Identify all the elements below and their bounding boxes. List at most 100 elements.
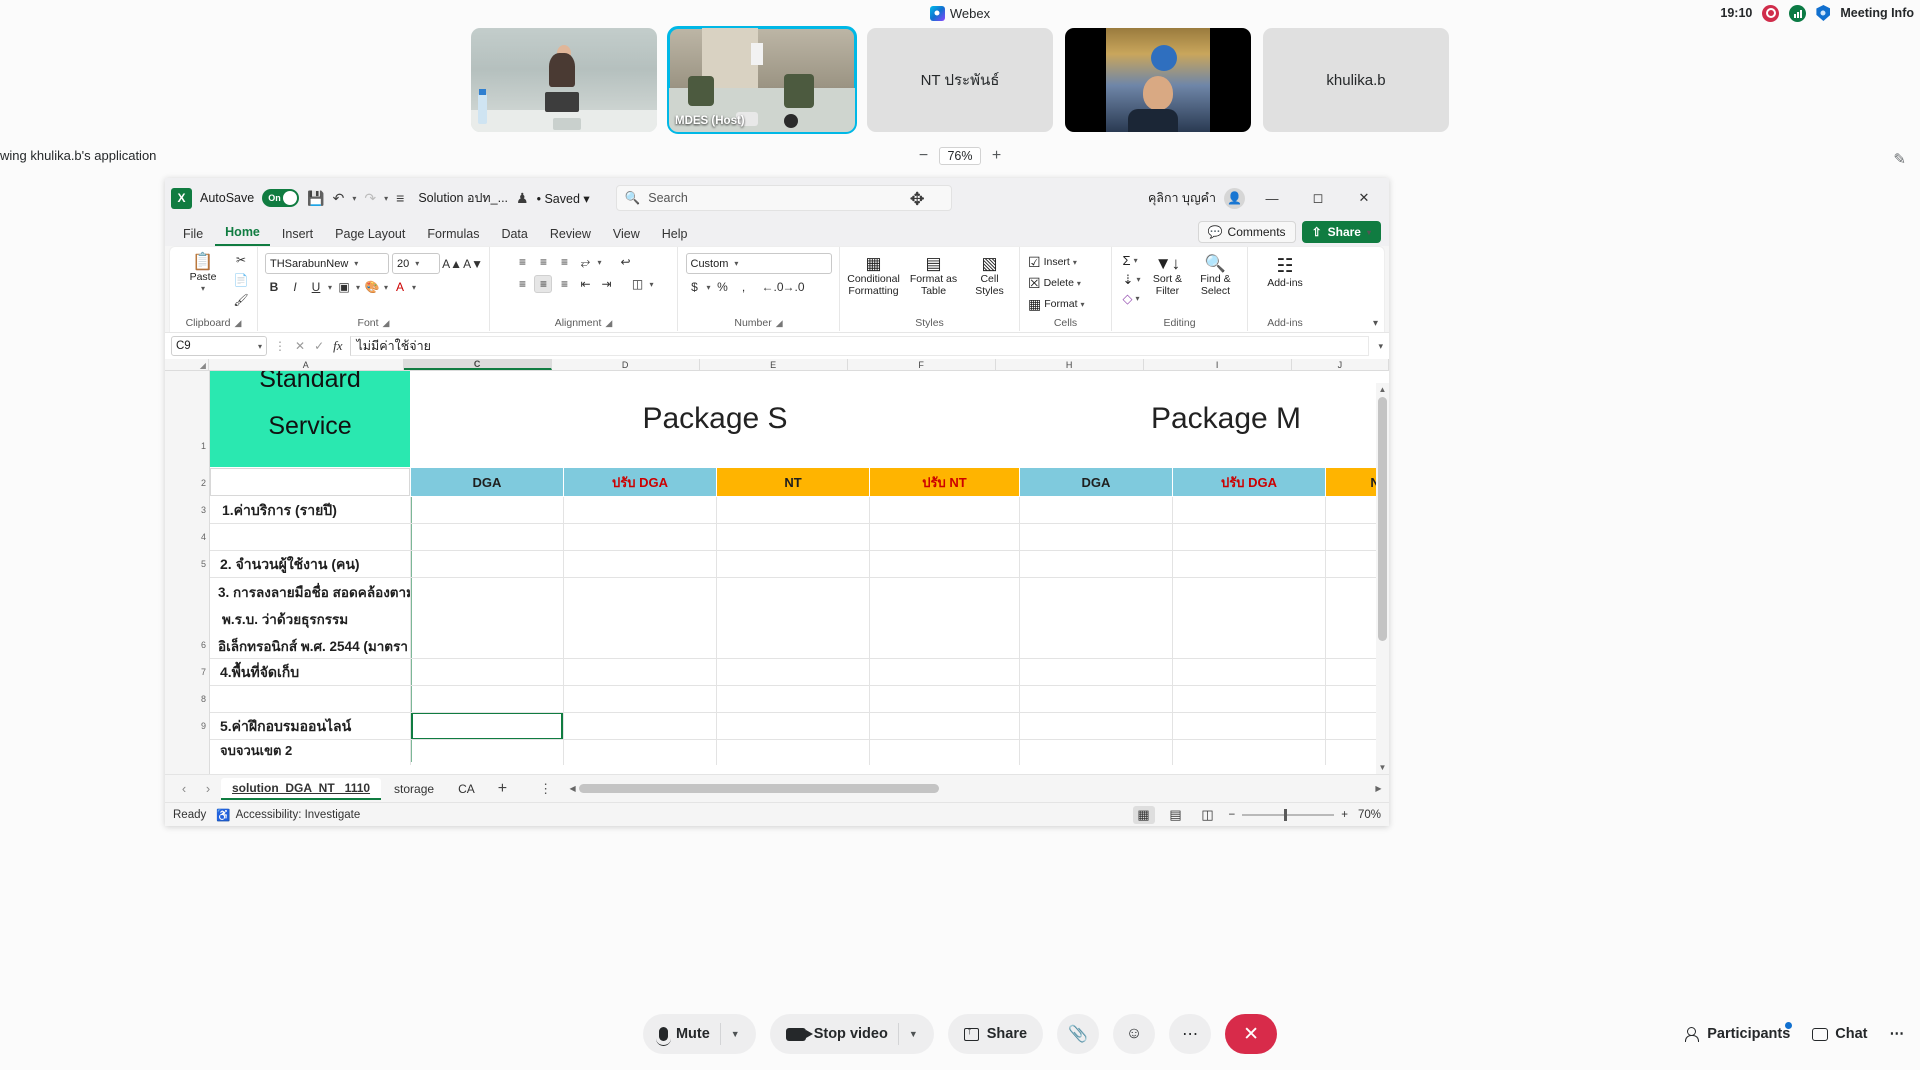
find-select-button[interactable]: 🔍 Find & Select	[1192, 253, 1238, 299]
column-header-E[interactable]: E	[700, 359, 848, 370]
more-options-button[interactable]: ⋯	[1169, 1014, 1212, 1054]
attachment-button[interactable]: 📎	[1057, 1014, 1100, 1054]
autosave-toggle[interactable]: On	[262, 189, 300, 207]
row-header-5[interactable]: 5	[201, 559, 206, 569]
column-header-D[interactable]: D	[552, 359, 700, 370]
align-bottom-icon[interactable]: ≡	[555, 253, 573, 271]
cell-F2[interactable]: ปรับ NT	[870, 468, 1019, 496]
delete-cells-button[interactable]: ☒ Delete ▾	[1026, 275, 1083, 291]
chat-button[interactable]: Chat	[1812, 1026, 1868, 1042]
underline-chevron-down-icon[interactable]: ▾	[328, 283, 332, 292]
meeting-info-label[interactable]: Meeting Info	[1840, 6, 1914, 20]
video-chevron-down-icon[interactable]: ▼	[909, 1029, 918, 1039]
scroll-right-icon[interactable]: ▶	[1372, 782, 1385, 795]
comma-style-icon[interactable]: ,	[735, 278, 753, 296]
column-header-I[interactable]: I	[1144, 359, 1292, 370]
stop-video-button[interactable]: Stop video ▼	[769, 1014, 934, 1054]
name-box[interactable]: C9 ▾	[171, 336, 267, 356]
tab-formulas[interactable]: Formulas	[417, 224, 489, 246]
zoom-slider[interactable]: − +	[1229, 808, 1348, 821]
merge-chevron-down-icon[interactable]: ▾	[649, 280, 653, 289]
cell-A9[interactable]: 5.ค่าฝึกอบรมออนไลน์	[210, 713, 410, 740]
participants-button[interactable]: Participants	[1685, 1022, 1793, 1042]
underline-icon[interactable]: U	[307, 278, 325, 296]
format-as-table-button[interactable]: ▤ Format as Table	[906, 253, 962, 299]
currency-chevron-down-icon[interactable]: ▾	[707, 283, 711, 292]
fill-color-chevron-down-icon[interactable]: ▾	[384, 283, 388, 292]
saved-status[interactable]: • Saved ▾	[537, 191, 590, 206]
cell-C2[interactable]: DGA	[411, 468, 563, 496]
comments-button[interactable]: 💬 Comments	[1197, 221, 1296, 243]
formula-input[interactable]: ไม่มีค่าใช้จ่าย	[349, 336, 1370, 356]
confirm-formula-icon[interactable]: ✓	[312, 339, 326, 353]
cell-A6-line3[interactable]: อิเล็กทรอนิกส์ พ.ศ. 2544 (มาตรา 9	[210, 632, 410, 659]
sheet-options-icon[interactable]: ⋮	[539, 781, 552, 797]
zoom-percent-label[interactable]: 70%	[1358, 809, 1381, 821]
recording-icon[interactable]	[1762, 4, 1780, 22]
sheet-next-icon[interactable]: ›	[197, 781, 219, 796]
add-sheet-button[interactable]: +	[488, 780, 517, 798]
fill-color-icon[interactable]: 🎨	[363, 278, 381, 296]
cell-A5[interactable]: 2. จำนวนผู้ใช้งาน (คน)	[210, 551, 410, 578]
vertical-scroll-thumb[interactable]	[1378, 397, 1387, 641]
borders-chevron-down-icon[interactable]: ▾	[356, 283, 360, 292]
cell-package-s-header[interactable]: Package S	[411, 371, 1019, 467]
paste-button[interactable]: 📋 Paste ▾	[177, 251, 229, 295]
cut-icon[interactable]: ✂	[232, 251, 250, 269]
column-header-C[interactable]: C	[403, 359, 552, 370]
participant-thumbnail[interactable]: NT ประพันธ์	[867, 28, 1053, 132]
participant-thumbnail-active[interactable]: MDES (Host)	[667, 26, 857, 134]
clipboard-dialog-launcher-icon[interactable]: ◢	[235, 318, 242, 329]
restore-button[interactable]: ◻	[1299, 183, 1337, 213]
tab-review[interactable]: Review	[540, 224, 601, 246]
percent-icon[interactable]: %	[714, 278, 732, 296]
annotate-icon[interactable]: ✎	[1893, 150, 1906, 168]
column-header-F[interactable]: F	[848, 359, 996, 370]
cancel-formula-icon[interactable]: ✕	[293, 339, 307, 353]
column-header-H[interactable]: H	[996, 359, 1144, 370]
cell-I2[interactable]: ปรับ DGA	[1173, 468, 1325, 496]
cell-A1[interactable]: Standard Service	[210, 371, 410, 467]
document-title[interactable]: Solution อปท_...	[418, 188, 508, 208]
row-header-8[interactable]: 8	[201, 694, 206, 704]
share-button[interactable]: ⇧ Share ▾	[1301, 221, 1381, 243]
horizontal-scroll-thumb[interactable]	[579, 784, 940, 793]
cell-A8[interactable]	[210, 686, 410, 713]
wrap-text-icon[interactable]: ↩	[617, 253, 635, 271]
bold-icon[interactable]: B	[265, 278, 283, 296]
network-signal-icon[interactable]	[1789, 4, 1807, 22]
addins-button[interactable]: ☷ Add-ins	[1259, 255, 1311, 291]
zoom-in-icon[interactable]: +	[1341, 809, 1348, 821]
scroll-up-icon[interactable]: ▲	[1376, 383, 1389, 396]
font-color-icon[interactable]: A	[391, 278, 409, 296]
borders-icon[interactable]: ▣	[335, 278, 353, 296]
horizontal-scrollbar[interactable]: ◀ ▶	[566, 781, 1385, 796]
currency-icon[interactable]: $	[686, 278, 704, 296]
share-content-button[interactable]: Share	[947, 1014, 1044, 1054]
decrease-indent-icon[interactable]: ⇤	[576, 275, 594, 293]
cell-package-m-header[interactable]: Package M	[1020, 371, 1389, 467]
cell-A4[interactable]	[210, 524, 410, 551]
formula-options-icon[interactable]: ⋮	[272, 339, 288, 353]
zoom-out-button[interactable]: −	[915, 147, 931, 165]
cell-E2[interactable]: NT	[717, 468, 869, 496]
font-name-select[interactable]: THSarabunNew ▾	[265, 253, 389, 274]
tab-view[interactable]: View	[603, 224, 650, 246]
expand-formula-bar-icon[interactable]: ▾	[1374, 341, 1383, 352]
select-all-corner[interactable]: ◢	[165, 359, 209, 370]
row-header-6[interactable]: 6	[201, 640, 206, 650]
sheet-tab-storage[interactable]: storage	[383, 779, 445, 799]
cell-A7[interactable]: 4.พื้นที่จัดเก็บ	[210, 659, 410, 686]
mute-chevron-down-icon[interactable]: ▼	[731, 1029, 740, 1039]
sheet-tab-ca[interactable]: CA	[447, 779, 486, 799]
cell-A10[interactable]: จบจวนเขต 2	[210, 740, 410, 760]
page-layout-view-icon[interactable]: ▤	[1165, 806, 1187, 824]
undo-icon[interactable]: ↶	[333, 190, 345, 207]
cell-A2[interactable]	[210, 468, 410, 496]
format-painter-icon[interactable]: 🖌	[232, 291, 250, 309]
column-header-A[interactable]: A	[209, 359, 404, 370]
cell-A6-line2[interactable]: พ.ร.บ. ว่าด้วยธุรกรรม	[210, 605, 410, 632]
cell-styles-button[interactable]: ▧ Cell Styles	[965, 253, 1015, 299]
redo-chevron-down-icon[interactable]: ▾	[384, 194, 388, 203]
row-header-2[interactable]: 2	[201, 478, 206, 488]
